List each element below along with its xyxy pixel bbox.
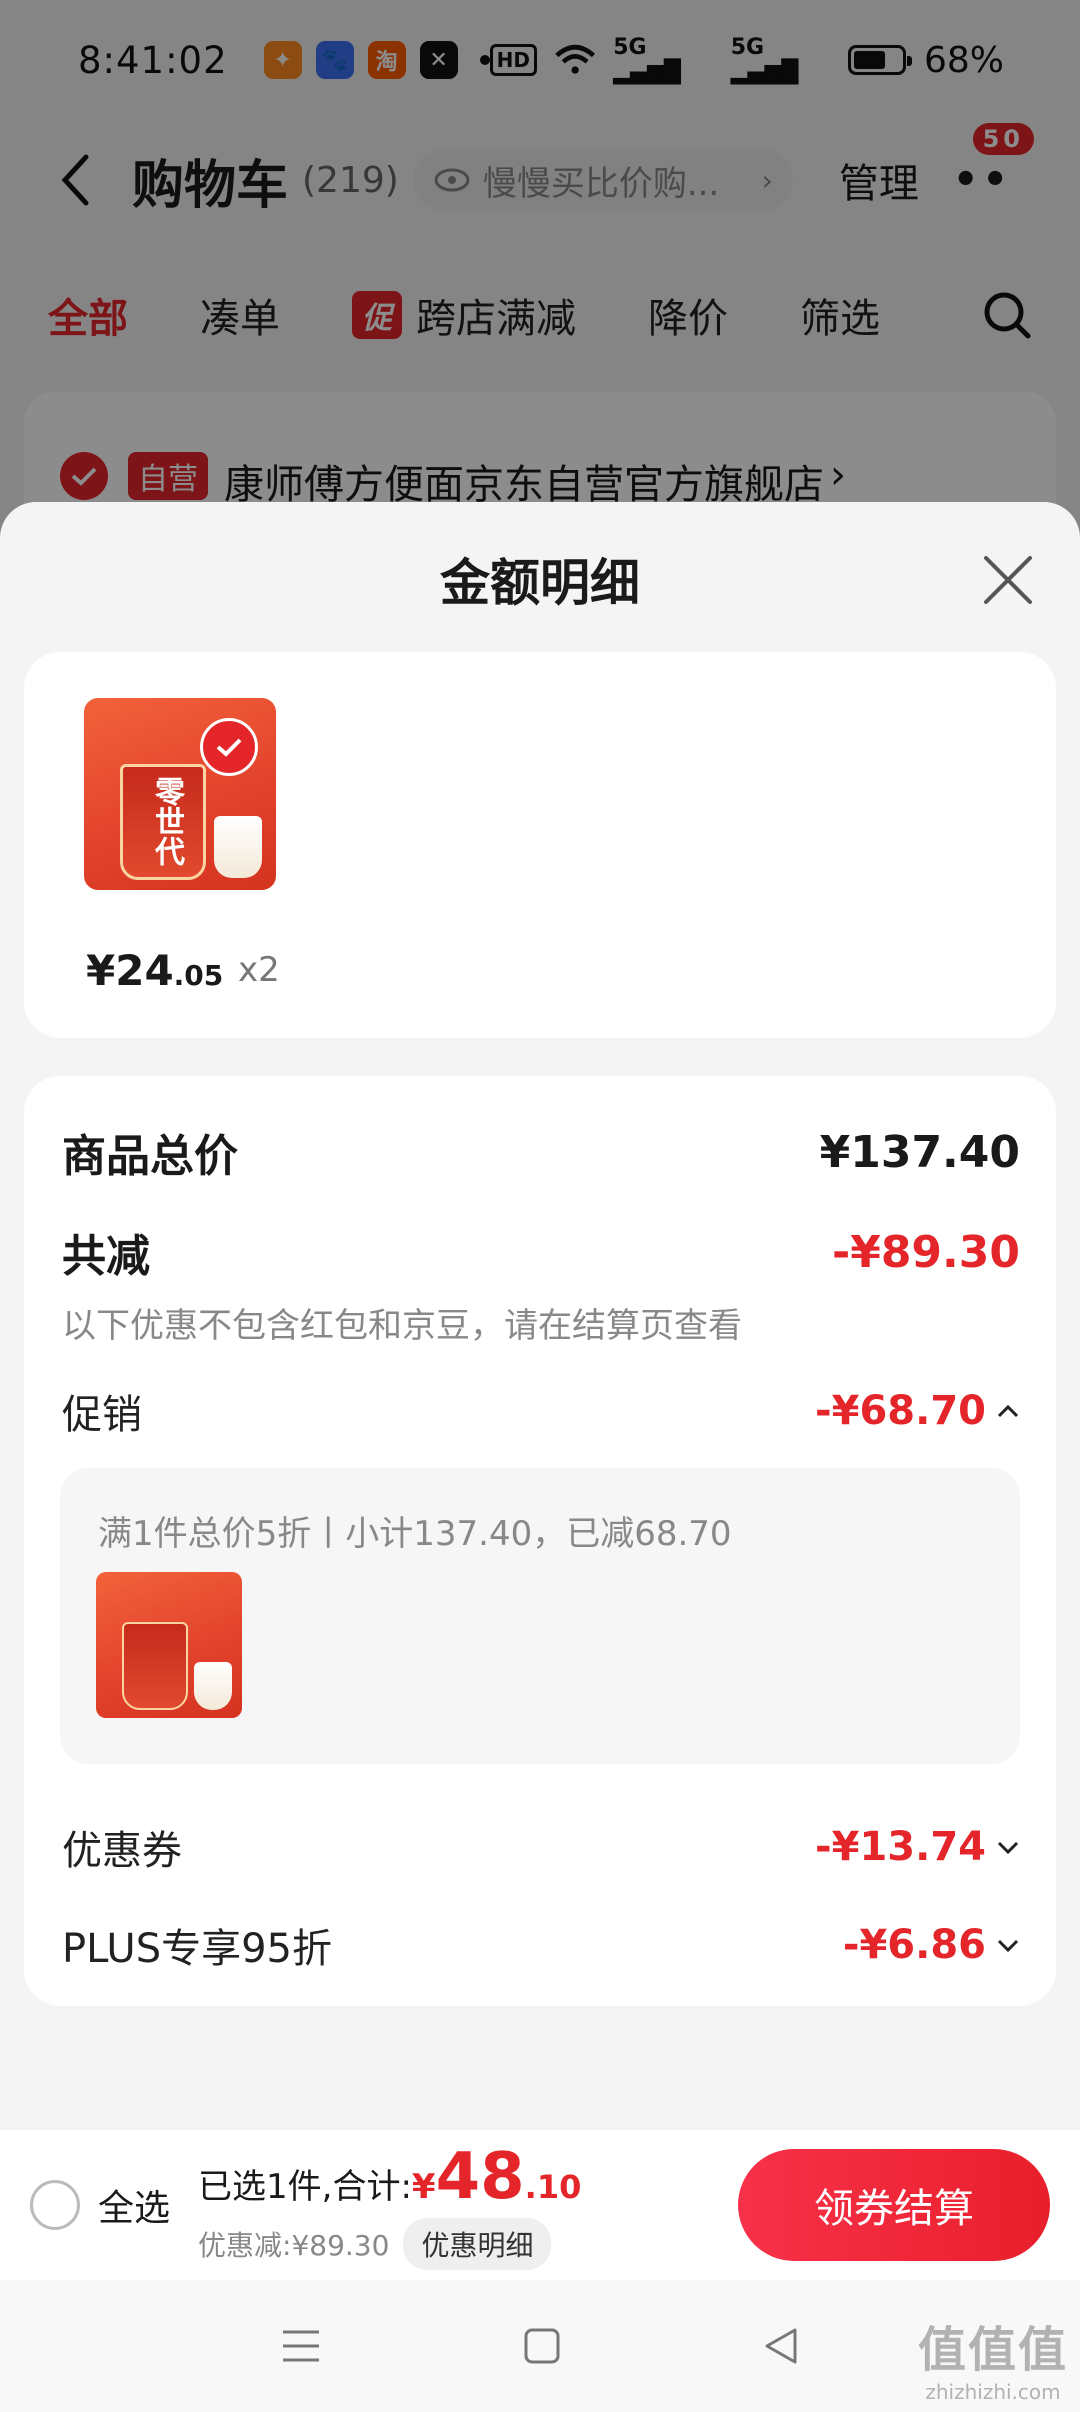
promo-value: -¥68.70 bbox=[815, 1388, 986, 1434]
checkout-button[interactable]: 领券结算 bbox=[738, 2149, 1050, 2261]
menu-icon[interactable] bbox=[279, 2326, 323, 2366]
total-value: ¥137.40 bbox=[819, 1126, 1020, 1178]
promo-row[interactable]: 促销 -¥68.70 bbox=[62, 1382, 1020, 1440]
product-price: ¥24.05 bbox=[86, 946, 223, 995]
total-dec: .10 bbox=[524, 2168, 582, 2206]
product-price-int: ¥24 bbox=[86, 946, 174, 995]
plus-row[interactable]: PLUS专享95折 -¥6.86 bbox=[62, 1916, 1020, 1974]
promo-detail-box: 满1件总价5折丨小计137.40，已减68.70 bbox=[60, 1468, 1020, 1764]
watermark-url: zhizhizhi.com bbox=[925, 2380, 1061, 2404]
order-summary: 已选1件,合计: ¥48.10 优惠减:¥89.30 优惠明细 bbox=[198, 2140, 581, 2270]
coupon-row[interactable]: 优惠券 -¥13.74 bbox=[62, 1818, 1020, 1876]
promo-label: 促销 bbox=[62, 1392, 142, 1438]
amount-detail-sheet: 金额明细 零世代 ¥24.05 x2 商品总价 ¥137.40 共减 -¥89.… bbox=[0, 502, 1080, 2412]
home-icon[interactable] bbox=[522, 2326, 562, 2366]
small-cup-image bbox=[194, 1662, 232, 1710]
total-amount: ¥48.10 bbox=[412, 2140, 581, 2214]
reduce-value: -¥89.30 bbox=[831, 1226, 1020, 1278]
chevron-down-icon bbox=[997, 1841, 1019, 1855]
discount-note: 以下优惠不包含红包和京豆，请在结算页查看 bbox=[62, 1306, 742, 1346]
coupon-value-wrap: -¥13.74 bbox=[815, 1824, 1020, 1870]
product-thumbnail[interactable]: 零世代 bbox=[84, 698, 276, 890]
discount-detail-button[interactable]: 优惠明细 bbox=[403, 2218, 552, 2270]
system-nav-bar: 值值值 zhizhizhi.com bbox=[0, 2280, 1080, 2412]
product-qty: x2 bbox=[238, 950, 280, 990]
chevron-down-icon bbox=[997, 1939, 1019, 1953]
promo-value-wrap: -¥68.70 bbox=[815, 1388, 1020, 1434]
sheet-title: 金额明细 bbox=[440, 554, 640, 612]
selected-text: 已选1件,合计: bbox=[198, 2167, 412, 2207]
price-detail-card: 商品总价 ¥137.40 共减 -¥89.30 以下优惠不包含红包和京豆，请在结… bbox=[24, 1076, 1056, 2006]
coupon-label: 优惠券 bbox=[62, 1828, 182, 1874]
promo-detail-text: 满1件总价5折丨小计137.40，已减68.70 bbox=[98, 1514, 732, 1554]
product-card: 零世代 ¥24.05 x2 bbox=[24, 652, 1056, 1038]
select-all-label[interactable]: 全选 bbox=[98, 2179, 170, 2231]
summary-line: 已选1件,合计: ¥48.10 bbox=[198, 2140, 581, 2214]
plus-value-wrap: -¥6.86 bbox=[843, 1922, 1020, 1968]
plus-label: PLUS专享95折 bbox=[62, 1926, 332, 1972]
discount-text: 优惠减:¥89.30 bbox=[198, 2229, 390, 2262]
coupon-value: -¥13.74 bbox=[815, 1824, 986, 1870]
checkout-bar: 全选 已选1件,合计: ¥48.10 优惠减:¥89.30 优惠明细 领券结算 bbox=[0, 2130, 1080, 2280]
reduce-label: 共减 bbox=[62, 1231, 150, 1282]
product-price-dec: .05 bbox=[173, 959, 224, 992]
back-triangle-icon[interactable] bbox=[761, 2326, 801, 2366]
brand-text: 零世代 bbox=[149, 776, 184, 866]
sheet-header: 金额明细 bbox=[0, 502, 1080, 656]
watermark-logo: 值值值 bbox=[917, 2322, 1068, 2378]
promo-product-thumbnail[interactable] bbox=[96, 1572, 242, 1718]
small-cup-image bbox=[214, 816, 262, 878]
cup-image bbox=[122, 1622, 188, 1710]
total-label: 商品总价 bbox=[62, 1131, 238, 1182]
total-yen: ¥ bbox=[411, 2167, 436, 2207]
chevron-up-icon bbox=[997, 1404, 1019, 1418]
plus-value: -¥6.86 bbox=[842, 1922, 986, 1968]
close-icon[interactable] bbox=[980, 552, 1036, 608]
discount-line: 优惠减:¥89.30 优惠明细 bbox=[198, 2218, 581, 2270]
watermark: 值值值 zhizhizhi.com bbox=[918, 2310, 1068, 2404]
select-all-radio[interactable] bbox=[30, 2180, 80, 2230]
total-row: 商品总价 ¥137.40 bbox=[62, 1120, 1020, 1184]
check-icon bbox=[216, 738, 242, 757]
thumb-selected bbox=[200, 718, 258, 776]
total-int: 48 bbox=[435, 2140, 525, 2214]
reduce-row: 共减 -¥89.30 bbox=[62, 1220, 1020, 1284]
